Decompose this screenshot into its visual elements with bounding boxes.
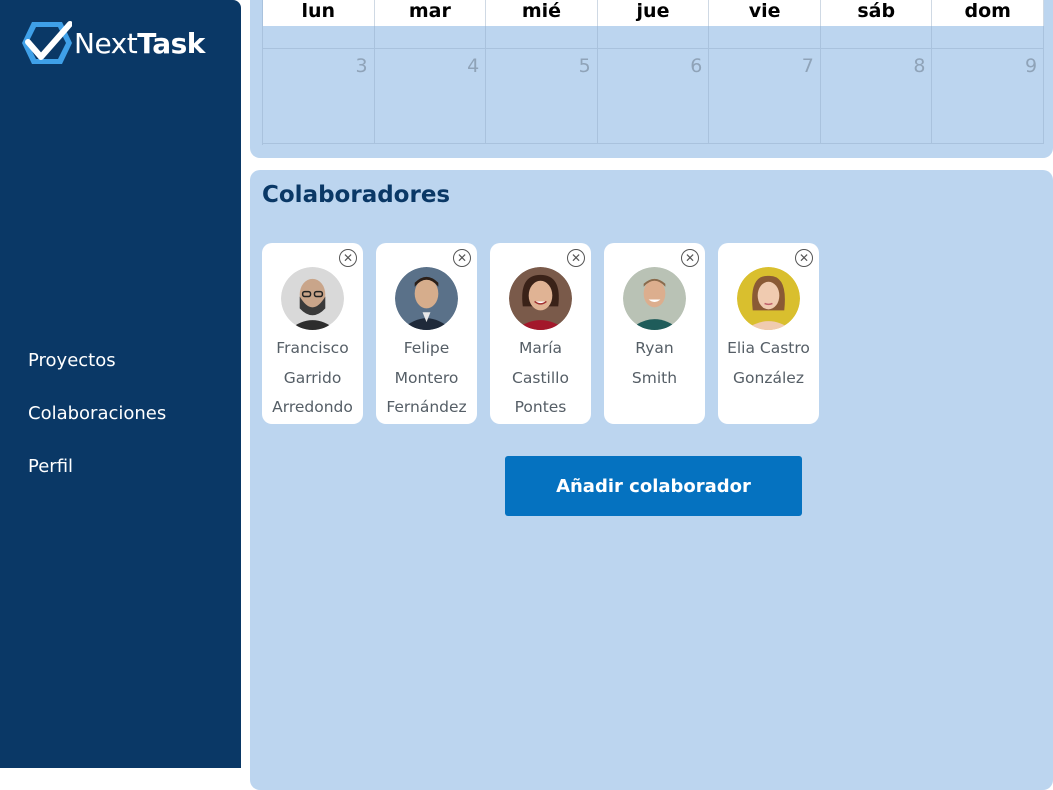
- calendar-day-cell[interactable]: [709, 26, 821, 48]
- logo-check-icon: [22, 21, 72, 64]
- collaborator-name: Ryan Smith: [604, 334, 705, 393]
- calendar-day-cell[interactable]: [486, 26, 598, 48]
- collaborator-name: Francisco Garrido Arredondo: [262, 334, 363, 423]
- collaborator-name-line: González: [733, 368, 804, 387]
- collaborator-name-line: Arredondo: [272, 398, 353, 416]
- weekday-jue: jue: [598, 0, 710, 26]
- remove-collaborator-icon[interactable]: ✕: [681, 249, 699, 267]
- collaborator-card: ✕ María Castillo Pontes: [490, 243, 591, 424]
- collaborator-card: ✕ Francisco Garrido Arredondo: [262, 243, 363, 424]
- weekday-mar: mar: [375, 0, 487, 26]
- calendar-day-cell[interactable]: [821, 26, 933, 48]
- weekday-sab: sáb: [821, 0, 933, 26]
- calendar-day-cell[interactable]: 5: [486, 49, 598, 143]
- collaborator-name-line: María: [518, 339, 563, 357]
- collaborator-name-line: Pontes: [514, 398, 567, 416]
- brand-name-part1: Next: [74, 26, 138, 60]
- calendar-day-cell[interactable]: 6: [598, 49, 710, 143]
- calendar-day-cell[interactable]: 9: [932, 49, 1045, 143]
- calendar-day-cell[interactable]: [598, 26, 710, 48]
- remove-collaborator-icon[interactable]: ✕: [795, 249, 813, 267]
- collaborator-name-line: Fernández: [386, 398, 467, 416]
- calendar-day-cell[interactable]: 3: [263, 49, 375, 143]
- calendar-day-cell[interactable]: 4: [375, 49, 487, 143]
- collaborator-name: Elia Castro González: [718, 334, 819, 393]
- avatar: [281, 267, 344, 330]
- collaborator-name-line: Francisco: [276, 339, 349, 357]
- calendar-day-cell[interactable]: [375, 26, 487, 48]
- app-logo[interactable]: NextTask: [22, 20, 205, 66]
- avatar: [395, 267, 458, 330]
- remove-collaborator-icon[interactable]: ✕: [453, 249, 471, 267]
- main-nav: Proyectos Colaboraciones Perfil: [28, 347, 166, 506]
- calendar-day-cell[interactable]: 8: [821, 49, 933, 143]
- remove-collaborator-icon[interactable]: ✕: [567, 249, 585, 267]
- nav-item-colaboraciones[interactable]: Colaboraciones: [28, 400, 166, 453]
- calendar-day-cell[interactable]: [932, 26, 1045, 48]
- collaborator-card: ✕ Ryan Smith: [604, 243, 705, 424]
- collaborators-title: Colaboradores: [262, 182, 451, 208]
- avatar: [623, 267, 686, 330]
- avatar: [737, 267, 800, 330]
- calendar-day-cell[interactable]: 7: [709, 49, 821, 143]
- nav-item-proyectos[interactable]: Proyectos: [28, 347, 166, 400]
- calendar-previous-week-row: [263, 26, 1045, 49]
- calendar-weekday-header: lun mar mié jue vie sáb dom: [263, 0, 1045, 26]
- weekday-lun: lun: [263, 0, 375, 26]
- collaborator-name-line: Felipe: [403, 339, 450, 357]
- collaborator-name-line: Montero: [394, 368, 459, 387]
- collaborator-name: María Castillo Pontes: [490, 334, 591, 423]
- collaborator-name-line: Ryan: [635, 339, 674, 357]
- collaborator-name-line: Castillo: [512, 368, 569, 387]
- nav-item-perfil[interactable]: Perfil: [28, 453, 166, 506]
- calendar-week-row: 3 4 5 6 7 8 9: [263, 49, 1045, 144]
- remove-collaborator-icon[interactable]: ✕: [339, 249, 357, 267]
- calendar-day-cell[interactable]: [263, 26, 375, 48]
- collaborator-name-line: Garrido: [283, 368, 342, 387]
- collaborator-list: ✕ Francisco Garrido Arredondo ✕ Felipe M…: [262, 243, 832, 424]
- collaborator-name: Felipe Montero Fernández: [376, 334, 477, 423]
- weekday-vie: vie: [709, 0, 821, 26]
- brand-name-part2: Task: [137, 26, 205, 60]
- weekday-dom: dom: [932, 0, 1045, 26]
- avatar: [509, 267, 572, 330]
- calendar-grid: lun mar mié jue vie sáb dom 3 4 5 6 7 8 …: [262, 0, 1045, 145]
- collaborator-name-line: Elia Castro: [727, 339, 810, 357]
- collaborator-card: ✕ Elia Castro González: [718, 243, 819, 424]
- brand-name: NextTask: [74, 27, 205, 60]
- weekday-mie: mié: [486, 0, 598, 26]
- collaborator-name-line: Smith: [631, 368, 678, 387]
- sidebar: NextTask Proyectos Colaboraciones Perfil: [0, 0, 241, 768]
- add-collaborator-button[interactable]: Añadir colaborador: [505, 456, 802, 516]
- collaborator-card: ✕ Felipe Montero Fernández: [376, 243, 477, 424]
